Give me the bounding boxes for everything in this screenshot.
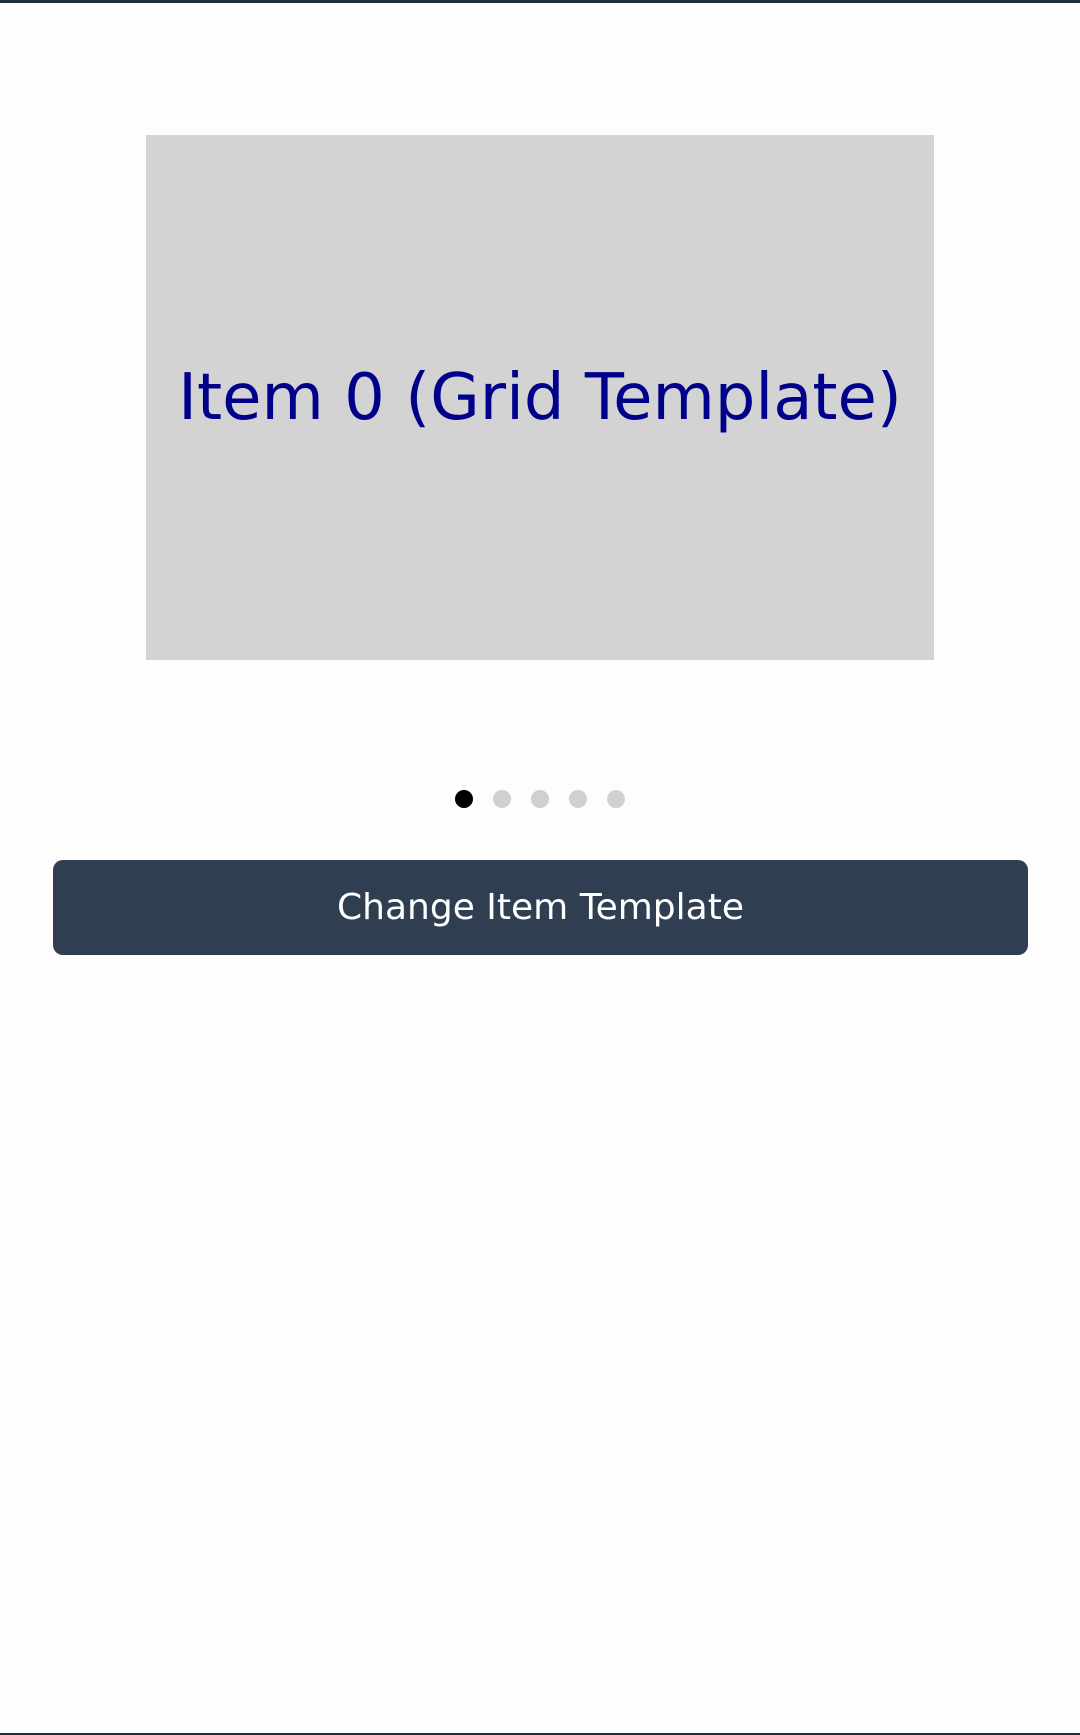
carousel-item[interactable]: Item 0 (Grid Template) <box>146 135 934 660</box>
indicator-dot[interactable] <box>607 790 625 808</box>
carousel-item-label: Item 0 (Grid Template) <box>178 360 902 435</box>
change-item-template-button[interactable]: Change Item Template <box>53 860 1028 955</box>
indicator-dot[interactable] <box>531 790 549 808</box>
top-border <box>0 0 1080 3</box>
carousel-indicators <box>0 790 1080 808</box>
indicator-dot[interactable] <box>493 790 511 808</box>
indicator-dot-active[interactable] <box>455 790 473 808</box>
app-screen: Item 0 (Grid Template) Change Item Templ… <box>0 0 1080 1735</box>
carousel-view[interactable]: Item 0 (Grid Template) <box>0 80 1080 680</box>
indicator-dot[interactable] <box>569 790 587 808</box>
